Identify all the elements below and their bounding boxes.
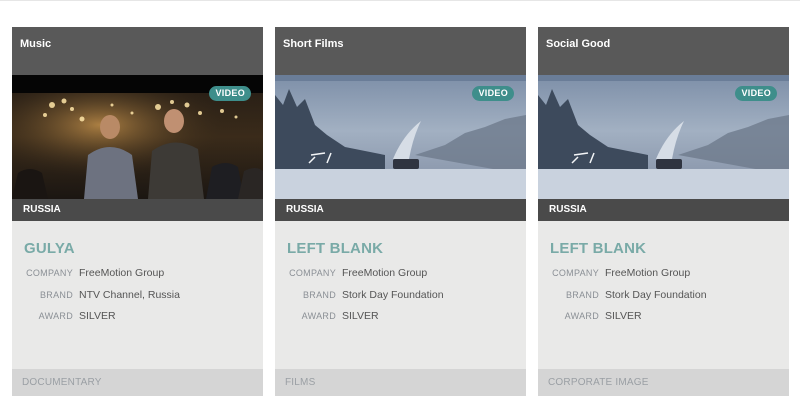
award-row: AWARD SILVER	[538, 310, 789, 325]
video-thumbnail[interactable]: VIDEO	[12, 75, 263, 199]
card-category: Short Films	[283, 38, 344, 50]
entry-card-gulya[interactable]: Music VIDEO RUSSIA GULYA COMPANY FreeMot…	[12, 27, 263, 396]
country-label: RUSSIA	[549, 204, 587, 215]
company-row: COMPANY FreeMotion Group	[538, 267, 789, 282]
award-value: SILVER	[79, 310, 116, 322]
country-bar: RUSSIA	[538, 199, 789, 221]
company-value: FreeMotion Group	[605, 267, 691, 279]
entry-title[interactable]: LEFT BLANK	[550, 240, 646, 257]
entry-format: FILMS	[285, 377, 316, 388]
card-footer: CORPORATE IMAGE	[538, 369, 789, 396]
brand-value: Stork Day Foundation	[605, 289, 707, 301]
card-category-header: Music	[12, 27, 263, 75]
company-label: COMPANY	[289, 268, 336, 278]
brand-row: BRAND Stork Day Foundation	[538, 289, 789, 304]
company-value: FreeMotion Group	[342, 267, 428, 279]
top-divider	[0, 0, 800, 1]
card-footer: DOCUMENTARY	[12, 369, 263, 396]
card-footer: FILMS	[275, 369, 526, 396]
company-value: FreeMotion Group	[79, 267, 165, 279]
entry-title[interactable]: GULYA	[24, 240, 75, 257]
award-label: AWARD	[301, 311, 336, 321]
card-category-header: Social Good	[538, 27, 789, 75]
award-row: AWARD SILVER	[275, 310, 526, 325]
entry-card-left-blank-corporate[interactable]: Social Good VIDEO RUSSIA LEFT BLANK COMP…	[538, 27, 789, 396]
award-value: SILVER	[342, 310, 379, 322]
country-label: RUSSIA	[23, 204, 61, 215]
company-row: COMPANY FreeMotion Group	[275, 267, 526, 282]
award-label: AWARD	[38, 311, 73, 321]
brand-label: BRAND	[39, 290, 73, 300]
card-category-header: Short Films	[275, 27, 526, 75]
country-bar: RUSSIA	[275, 199, 526, 221]
company-label: COMPANY	[26, 268, 73, 278]
video-badge: VIDEO	[735, 86, 777, 101]
award-label: AWARD	[564, 311, 599, 321]
entry-format: CORPORATE IMAGE	[548, 377, 649, 388]
country-label: RUSSIA	[286, 204, 324, 215]
brand-label: BRAND	[565, 290, 599, 300]
brand-row: BRAND Stork Day Foundation	[275, 289, 526, 304]
entry-format: DOCUMENTARY	[22, 377, 102, 388]
card-category: Music	[20, 38, 52, 50]
entry-title[interactable]: LEFT BLANK	[287, 240, 383, 257]
brand-value: Stork Day Foundation	[342, 289, 444, 301]
country-bar: RUSSIA	[12, 199, 263, 221]
award-value: SILVER	[605, 310, 642, 322]
video-thumbnail[interactable]: VIDEO	[538, 75, 789, 199]
entry-card-left-blank-films[interactable]: Short Films VIDEO RUSSIA LEFT BLANK COMP…	[275, 27, 526, 396]
video-badge: VIDEO	[209, 86, 251, 101]
brand-row: BRAND NTV Channel, Russia	[12, 289, 263, 304]
brand-label: BRAND	[302, 290, 336, 300]
award-row: AWARD SILVER	[12, 310, 263, 325]
video-badge: VIDEO	[472, 86, 514, 101]
brand-value: NTV Channel, Russia	[79, 289, 180, 301]
card-category: Social Good	[546, 38, 611, 50]
company-label: COMPANY	[552, 268, 599, 278]
video-thumbnail[interactable]: VIDEO	[275, 75, 526, 199]
company-row: COMPANY FreeMotion Group	[12, 267, 263, 282]
